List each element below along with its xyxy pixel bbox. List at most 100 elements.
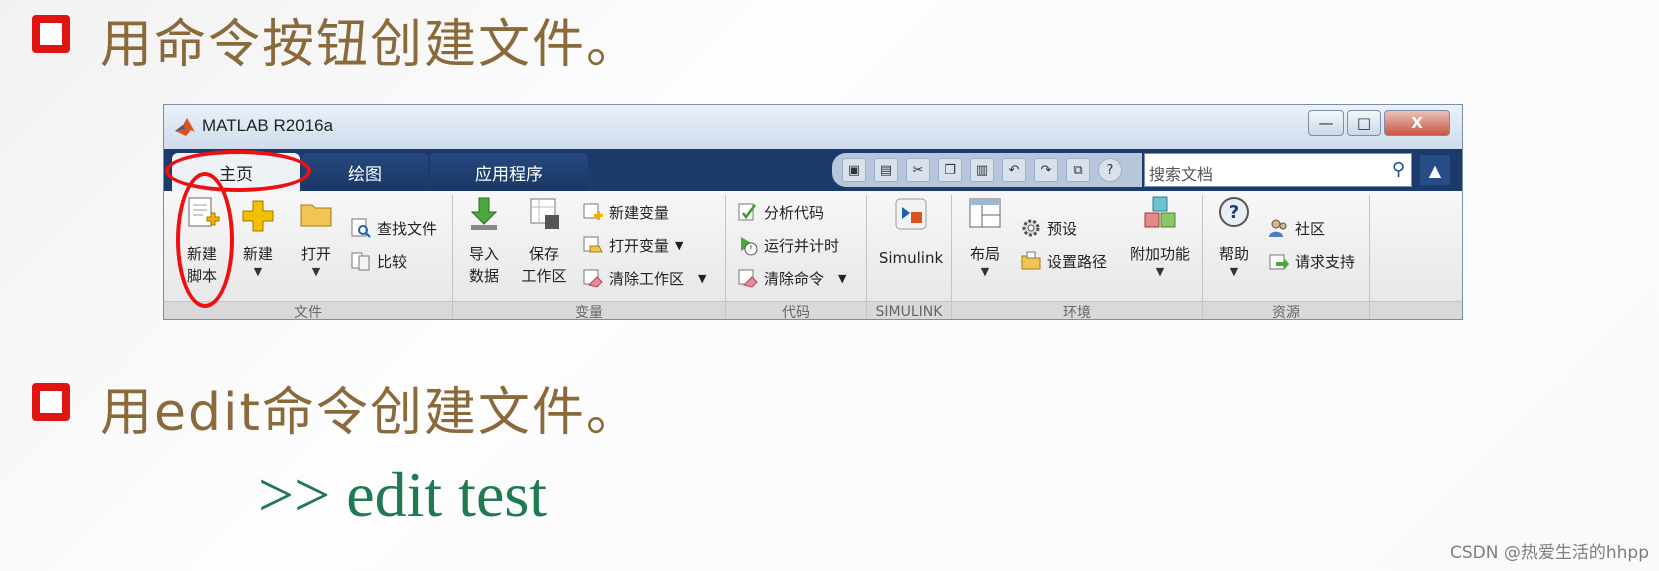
analyze-code-label: 分析代码 — [764, 203, 825, 222]
save-workspace-icon — [530, 198, 559, 229]
open-label: 打开 — [300, 245, 331, 263]
compare-label: 比较 — [377, 252, 408, 271]
annotation-ellipse-new-script — [176, 172, 234, 308]
layout-icon[interactable]: ▣ — [842, 158, 866, 182]
watermark-footer: CSDN @热爱生活的hhpp — [1449, 543, 1649, 563]
gear-icon — [1022, 219, 1040, 237]
save-ws-label-1: 保存 — [528, 245, 559, 263]
simulink-button[interactable]: Simulink — [872, 195, 950, 269]
section-label-code: 代码 — [726, 301, 866, 319]
new-button[interactable]: 新建 ▼ — [230, 195, 286, 279]
minimize-button[interactable]: — — [1308, 110, 1344, 136]
help-icon[interactable]: ? — [1098, 158, 1122, 182]
switch-windows-icon[interactable]: ⧉ — [1066, 158, 1090, 182]
clear-commands-icon — [738, 269, 758, 288]
import-label-1: 导入 — [468, 245, 499, 263]
save-workspace-button[interactable]: 保存 工作区 — [514, 195, 574, 287]
collapse-ribbon-icon[interactable]: ▲ — [1420, 155, 1450, 185]
find-files-button[interactable]: 查找文件 — [350, 215, 437, 241]
save-icon[interactable]: ▤ — [874, 158, 898, 182]
folder-icon — [300, 204, 332, 227]
request-support-button[interactable]: 请求支持 — [1268, 248, 1355, 274]
addons-button[interactable]: 附加功能 ▼ — [1124, 195, 1196, 279]
help-dropdown-icon[interactable]: ▼ — [1206, 265, 1262, 279]
bullet-text-2: 用edit命令创建文件。 — [100, 383, 640, 443]
clear-workspace-button[interactable]: 清除工作区 ▼ — [582, 265, 706, 291]
clear-workspace-label: 清除工作区 — [609, 269, 685, 288]
search-placeholder: 搜索文档 — [1149, 165, 1214, 184]
set-path-icon — [1021, 251, 1041, 270]
addons-dropdown-icon[interactable]: ▼ — [1124, 265, 1196, 279]
plus-icon — [242, 200, 274, 232]
preferences-button[interactable]: 预设 — [1020, 215, 1077, 241]
search-icon[interactable]: ⚲ — [1392, 159, 1405, 180]
new-variable-icon — [583, 203, 603, 220]
close-button[interactable]: X — [1384, 110, 1450, 136]
import-data-button[interactable]: 导入 数据 — [456, 195, 512, 287]
layout-dropdown-icon[interactable]: ▼ — [957, 265, 1013, 279]
run-and-time-button[interactable]: 运行并计时 — [737, 232, 839, 258]
analyze-code-button[interactable]: 分析代码 — [737, 199, 824, 225]
minimize-icon: — — [1318, 114, 1334, 132]
paste-icon[interactable]: ▥ — [970, 158, 994, 182]
request-support-icon — [1269, 254, 1289, 270]
help-icon: ? — [1219, 197, 1249, 227]
layout-icon — [969, 198, 1001, 228]
maximize-icon: □ — [1356, 114, 1372, 132]
search-documentation-input[interactable]: 搜索文档 ⚲ — [1144, 153, 1412, 187]
open-button[interactable]: 打开 ▼ — [288, 195, 344, 279]
compare-button[interactable]: 比较 — [350, 248, 407, 274]
section-label-resources: 资源 — [1203, 301, 1369, 319]
ribbon-home: 新建 脚本 新建 ▼ 打开 ▼ 查找文件 比较 文件 导入 数据 保存 工作区 … — [164, 191, 1462, 319]
import-label-2: 数据 — [468, 267, 499, 285]
new-label: 新建 — [242, 245, 273, 263]
bullet-text-1: 用命令按钮创建文件。 — [100, 15, 641, 75]
open-variable-label: 打开变量 — [609, 236, 670, 255]
undo-icon[interactable]: ↶ — [1002, 158, 1026, 182]
ribbon-empty-area — [1370, 301, 1462, 319]
bullet-marker-2 — [32, 383, 70, 421]
new-dropdown-icon[interactable]: ▼ — [230, 265, 286, 279]
open-variable-dropdown-icon[interactable]: ▼ — [675, 239, 683, 252]
redo-icon[interactable]: ↷ — [1034, 158, 1058, 182]
request-support-label: 请求支持 — [1295, 252, 1356, 271]
open-variable-icon — [583, 236, 603, 253]
new-variable-label: 新建变量 — [609, 203, 670, 222]
set-path-label: 设置路径 — [1047, 252, 1108, 271]
section-label-environment: 环境 — [952, 301, 1202, 319]
addons-cubes-icon — [1144, 196, 1176, 228]
matlab-logo-icon — [175, 118, 195, 136]
preferences-label: 预设 — [1047, 219, 1078, 238]
open-variable-button[interactable]: 打开变量 ▼ — [582, 232, 683, 258]
compare-icon — [351, 252, 370, 271]
matlab-window: MATLAB R2016a — □ X 主页 绘图 应用程序 ▣ ▤ ✂ ❐ ▥… — [163, 104, 1463, 320]
layout-button[interactable]: 布局 ▼ — [957, 195, 1013, 279]
ribbon-tab-bar: 主页 绘图 应用程序 ▣ ▤ ✂ ❐ ▥ ↶ ↷ ⧉ ? 搜索文档 ⚲ ▲ — [164, 149, 1462, 191]
title-bar: MATLAB R2016a — □ X — [164, 105, 1462, 149]
simulink-icon — [895, 198, 927, 230]
help-label: 帮助 — [1218, 245, 1249, 263]
clear-workspace-dropdown-icon[interactable]: ▼ — [698, 272, 706, 285]
maximize-button[interactable]: □ — [1347, 110, 1381, 136]
eraser-icon — [583, 269, 603, 288]
tab-apps[interactable]: 应用程序 — [430, 153, 588, 191]
save-ws-label-2: 工作区 — [521, 267, 567, 285]
community-button[interactable]: 社区 — [1268, 215, 1325, 241]
new-variable-button[interactable]: 新建变量 — [582, 199, 669, 225]
help-button[interactable]: ? 帮助 ▼ — [1206, 195, 1262, 279]
cut-icon[interactable]: ✂ — [906, 158, 930, 182]
clear-commands-label: 清除命令 — [764, 269, 825, 288]
window-title: MATLAB R2016a — [202, 116, 334, 135]
open-dropdown-icon[interactable]: ▼ — [288, 265, 344, 279]
command-example: >> edit test — [258, 459, 548, 530]
close-icon: X — [1411, 114, 1423, 132]
clear-commands-dropdown-icon[interactable]: ▼ — [838, 272, 846, 285]
find-files-icon — [351, 218, 371, 238]
find-files-label: 查找文件 — [377, 219, 438, 238]
copy-icon[interactable]: ❐ — [938, 158, 962, 182]
analyze-code-icon — [738, 203, 756, 221]
tab-plots[interactable]: 绘图 — [302, 153, 428, 191]
community-icon — [1269, 219, 1287, 237]
set-path-button[interactable]: 设置路径 — [1020, 248, 1107, 274]
clear-commands-button[interactable]: 清除命令 ▼ — [737, 265, 846, 291]
